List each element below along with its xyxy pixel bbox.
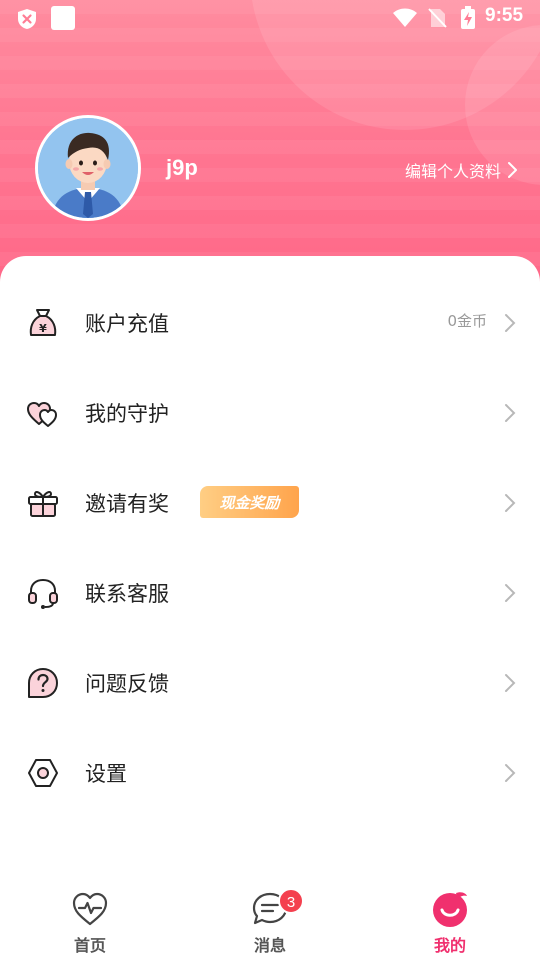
battery-charging-icon [461,6,475,29]
heartbeat-icon [72,892,108,926]
unread-count-badge: 3 [278,888,304,914]
notification-square-icon [51,6,75,30]
chevron-right-icon [505,314,516,332]
menu-item-label: 设置 [85,762,127,786]
clock-time: 9:55 [485,5,524,26]
hexagon-nut-icon [28,759,58,787]
tab-home[interactable]: 首页 [0,876,180,960]
chevron-right-icon [505,674,516,692]
bottom-tab-bar: 首页 消息 3 我的 [0,876,540,960]
tab-label: 消息 [253,936,286,955]
menu-card: ¥ 账户充值 0金币 我的守护 邀请有奖 现金奖励 联系客服 问题反馈 设置 [0,256,540,876]
avatar-illustration [38,118,138,218]
menu-item-label: 账户充值 [85,312,169,336]
menu-item-label: 联系客服 [85,582,169,606]
edit-profile-link[interactable]: 编辑个人资料 [405,158,518,182]
money-bag-icon: ¥ [29,309,57,336]
chevron-right-icon [508,162,517,178]
chevron-right-icon [505,404,516,422]
tab-label: 我的 [433,936,466,955]
avatar[interactable] [35,115,141,221]
svg-text:¥: ¥ [39,322,47,335]
menu-item-feedback[interactable]: 问题反馈 [0,638,540,728]
username: j9p [166,155,198,180]
menu-item-settings[interactable]: 设置 [0,728,540,818]
smile-face-icon [433,892,467,927]
edit-profile-label: 编辑个人资料 [404,162,501,181]
status-bar: 9:55 [0,0,540,36]
menu-item-label: 问题反馈 [85,672,169,696]
cash-reward-badge: 现金奖励 [200,486,299,518]
tab-label: 首页 [73,936,106,955]
menu-item-label: 我的守护 [85,402,169,426]
shield-icon [18,9,36,29]
tab-me[interactable]: 我的 [360,876,540,960]
menu-item-guard[interactable]: 我的守护 [0,368,540,458]
profile-header: 9:55 j9p 编辑个人资料 [0,0,540,300]
wifi-icon [393,8,417,27]
chevron-right-icon [505,764,516,782]
menu-item-support[interactable]: 联系客服 [0,548,540,638]
no-sim-icon [428,8,447,28]
chevron-right-icon [505,494,516,512]
headset-icon [28,578,58,609]
menu-item-label: 邀请有奖 [85,492,169,516]
hearts-icon [27,402,57,427]
question-icon [28,668,58,698]
menu-item-recharge[interactable]: ¥ 账户充值 0金币 [0,278,540,368]
tab-messages[interactable]: 消息 [180,876,360,960]
gift-icon [28,491,58,517]
coin-balance: 0金币 [447,312,487,330]
chevron-right-icon [505,584,516,602]
